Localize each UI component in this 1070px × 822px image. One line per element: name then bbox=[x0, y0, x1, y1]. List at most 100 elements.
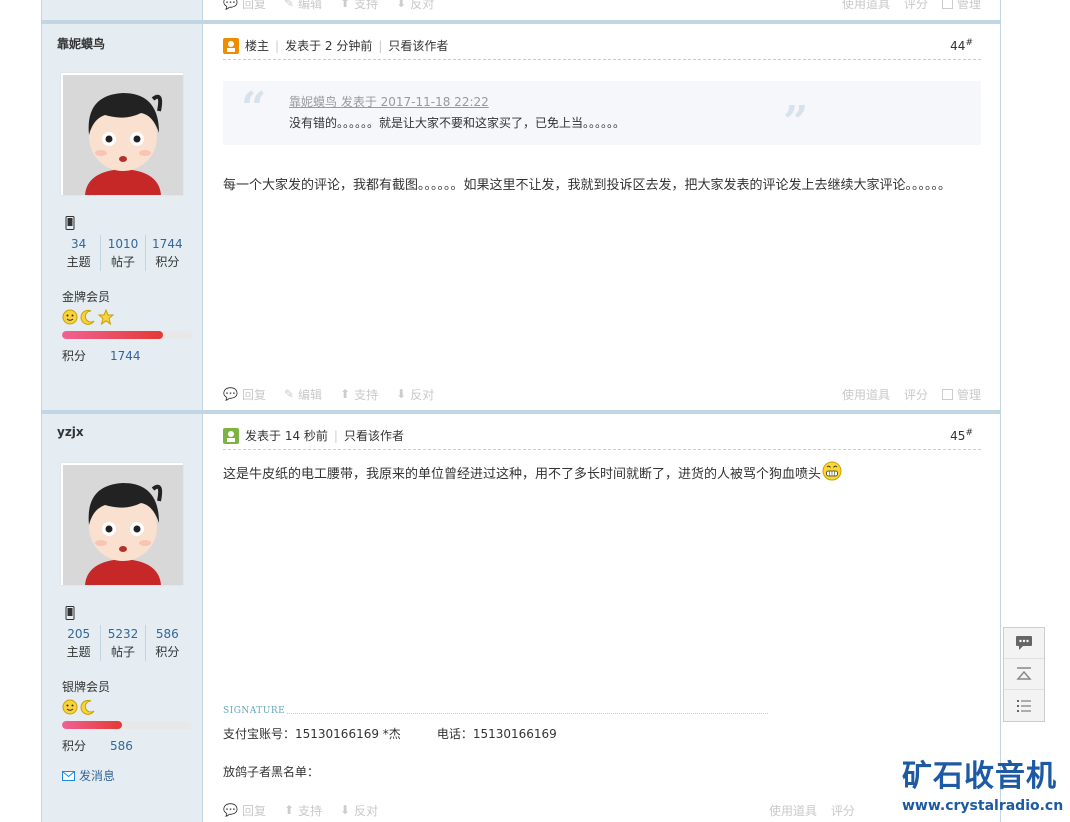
floor-sup: # bbox=[965, 38, 973, 48]
signature-contact: 支付宝账号：15130166169 *杰 电话：15130166169 bbox=[223, 725, 557, 742]
reply-button[interactable]: 💬 回复 bbox=[223, 386, 266, 403]
sun-icon bbox=[62, 699, 78, 715]
avatar[interactable] bbox=[60, 72, 184, 196]
rate-button[interactable]: 评分 bbox=[904, 386, 928, 403]
rank-stars bbox=[62, 309, 114, 325]
floor-number[interactable]: 44# bbox=[950, 38, 973, 53]
reply-icon: 💬 bbox=[223, 803, 238, 817]
oppose-label: 反对 bbox=[354, 803, 379, 818]
reply-label: 回复 bbox=[241, 387, 266, 402]
post-footer: 💬 回复 ✎ 编辑 ⬆ 支持 ⬇ 反对 使用道具 评分 管理 bbox=[223, 385, 981, 403]
rate-button[interactable]: 评分 bbox=[831, 802, 855, 819]
moon-icon bbox=[80, 309, 95, 325]
post-header: 发表于 14 秒前 | 只看该作者 45# bbox=[223, 422, 981, 450]
user-rank[interactable]: 金牌会员 bbox=[62, 288, 110, 305]
oppose-button[interactable]: ⬇ 反对 bbox=[396, 0, 434, 12]
stat-label: 主题 bbox=[66, 255, 91, 269]
arrow-up-icon: ⬆ bbox=[283, 803, 295, 817]
edit-button[interactable]: ✎ 编辑 bbox=[284, 386, 322, 403]
post-footer: 💬 回复 ⬆ 支持 ⬇ 反对 使用道具 评分 bbox=[223, 801, 981, 819]
floor-number[interactable]: 45# bbox=[950, 428, 973, 443]
level-progress-bar bbox=[62, 331, 192, 339]
tools-menu[interactable]: 使用道具 bbox=[769, 802, 817, 819]
mobile-phone-icon bbox=[65, 216, 75, 230]
tools-menu[interactable]: 使用道具 bbox=[842, 386, 890, 403]
quote-open-icon: “ bbox=[241, 83, 267, 134]
manage-checkbox[interactable]: 管理 bbox=[941, 0, 981, 12]
level-progress-fill bbox=[62, 721, 122, 729]
points-value[interactable]: 1744 bbox=[110, 349, 141, 363]
stat-threads[interactable]: 34 主题 bbox=[57, 235, 100, 271]
only-author-link[interactable]: 只看该作者 bbox=[388, 37, 448, 54]
reply-label: 回复 bbox=[241, 0, 266, 11]
watermark-title: 矿石收音机 bbox=[902, 759, 1057, 794]
previous-post-footer: 💬 回复 ✎ 编辑 ⬆ 支持 ⬇ 反对 使用道具 评分 管理 bbox=[223, 0, 981, 12]
pencil-icon: ✎ bbox=[283, 387, 295, 401]
rate-button[interactable]: 评分 bbox=[904, 0, 928, 12]
comment-icon bbox=[1016, 636, 1032, 650]
quick-reply-button[interactable] bbox=[1004, 628, 1044, 659]
stat-threads[interactable]: 205 主题 bbox=[57, 625, 100, 661]
stat-posts[interactable]: 5232 帖子 bbox=[100, 625, 144, 661]
oppose-button[interactable]: ⬇ 反对 bbox=[396, 386, 434, 403]
author-sidebar: yzjx 205 主题 5232 帖子 586 积分 银牌会员 积分 586 发… bbox=[42, 414, 203, 822]
stat-label: 帖子 bbox=[110, 255, 135, 269]
edit-button[interactable]: ✎ 编辑 bbox=[284, 0, 322, 12]
oppose-label: 反对 bbox=[410, 387, 435, 402]
send-message-link[interactable]: 发消息 bbox=[62, 767, 115, 784]
avatar[interactable] bbox=[60, 462, 184, 586]
post-body: 每一个大家发的评论，我都有截图。。。。。。如果这里不让发，我就到投诉区去发，把大… bbox=[223, 178, 952, 193]
post-44: 靠妮蟆鸟 34 主题 1010 帖子 1744 积分 金牌会员 积分 1744 … bbox=[42, 24, 1000, 410]
moon-icon bbox=[80, 699, 95, 715]
author-name[interactable]: yzjx bbox=[57, 425, 84, 439]
user-avatar-icon bbox=[223, 427, 239, 444]
reply-button[interactable]: 💬 回复 bbox=[223, 0, 266, 12]
stat-points[interactable]: 586 积分 bbox=[144, 625, 189, 661]
watermark-url: www.crystalradio.cn bbox=[902, 798, 1064, 814]
floating-toolbar bbox=[1003, 627, 1045, 722]
points-label: 积分 bbox=[62, 739, 87, 753]
quote-author-link[interactable]: 靠妮蟆鸟 发表于 2017-11-18 22:22 bbox=[289, 93, 489, 110]
checkbox-icon bbox=[941, 0, 953, 9]
manage-checkbox[interactable]: 管理 bbox=[941, 386, 981, 403]
edit-label: 编辑 bbox=[298, 0, 323, 11]
stat-value: 205 bbox=[67, 627, 91, 641]
points-value[interactable]: 586 bbox=[110, 739, 133, 753]
arrow-down-icon: ⬇ bbox=[340, 803, 351, 817]
post-time: 发表于 2 分钟前 bbox=[285, 39, 373, 53]
stat-value: 5232 bbox=[107, 627, 139, 641]
arrow-up-icon: ⬆ bbox=[340, 0, 351, 10]
support-button[interactable]: ⬆ 支持 bbox=[340, 386, 378, 403]
only-author-link[interactable]: 只看该作者 bbox=[344, 427, 404, 444]
reply-button[interactable]: 💬 回复 bbox=[223, 802, 266, 819]
thread-container: 💬 回复 ✎ 编辑 ⬆ 支持 ⬇ 反对 使用道具 评分 管理 靠妮蟆鸟 34 主… bbox=[41, 0, 1001, 822]
floor-value: 45 bbox=[950, 429, 966, 443]
post-header: 楼主 | 发表于 2 分钟前 | 只看该作者 44# bbox=[223, 32, 981, 60]
arrow-down-icon: ⬇ bbox=[396, 0, 407, 10]
tools-menu[interactable]: 使用道具 bbox=[842, 0, 890, 12]
stat-value: 1010 bbox=[107, 237, 139, 251]
author-name[interactable]: 靠妮蟆鸟 bbox=[57, 35, 105, 52]
quote-close-icon: ” bbox=[783, 97, 809, 148]
support-button[interactable]: ⬆ 支持 bbox=[284, 802, 322, 819]
back-to-top-button[interactable] bbox=[1004, 659, 1044, 690]
floor-value: 44 bbox=[950, 39, 966, 53]
stat-value: 34 bbox=[71, 237, 87, 251]
stat-posts[interactable]: 1010 帖子 bbox=[100, 235, 144, 271]
manage-label: 管理 bbox=[956, 387, 981, 402]
author-stats: 205 主题 5232 帖子 586 积分 bbox=[57, 625, 189, 661]
oppose-button[interactable]: ⬇ 反对 bbox=[340, 802, 378, 819]
floor-sup: # bbox=[965, 428, 973, 438]
reply-icon: 💬 bbox=[223, 0, 238, 10]
back-to-list-button[interactable] bbox=[1004, 690, 1044, 721]
support-button[interactable]: ⬆ 支持 bbox=[340, 0, 378, 12]
site-watermark: 矿石收音机 www.crystalradio.cn bbox=[902, 759, 1064, 815]
previous-post-fragment: 💬 回复 ✎ 编辑 ⬆ 支持 ⬇ 反对 使用道具 评分 管理 bbox=[42, 0, 1000, 22]
signature-label: SIGNATURE bbox=[223, 706, 288, 716]
quote-text: 没有错的。。。。。。就是让大家不要和这家买了，已免上当。。。。。。 bbox=[289, 116, 626, 130]
stat-points[interactable]: 1744 积分 bbox=[144, 235, 189, 271]
user-rank[interactable]: 银牌会员 bbox=[62, 678, 110, 695]
list-icon bbox=[1017, 699, 1031, 712]
sun-icon bbox=[62, 309, 78, 325]
level-progress-bar bbox=[62, 721, 192, 729]
